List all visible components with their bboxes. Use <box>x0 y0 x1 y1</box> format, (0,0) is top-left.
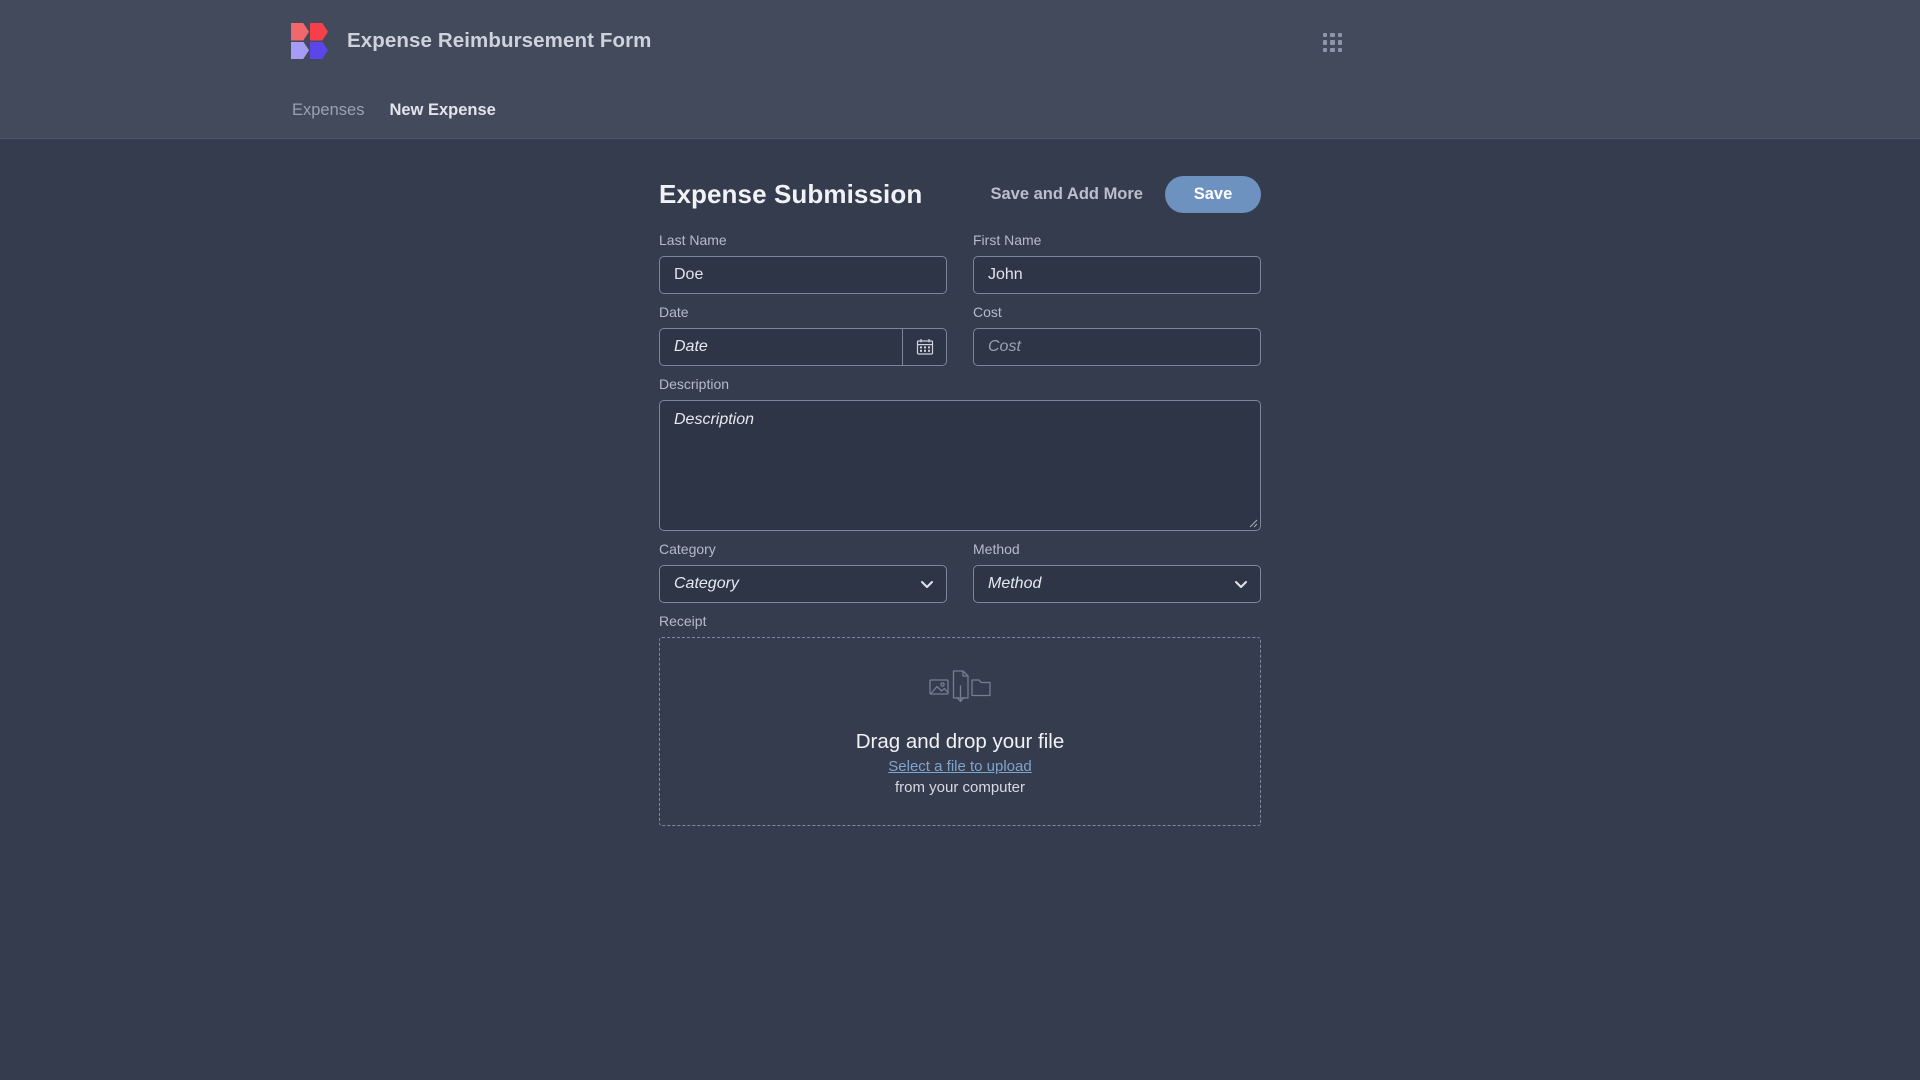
field-date: Date Date <box>659 302 947 366</box>
method-placeholder: Method <box>974 566 1222 602</box>
first-name-value: John <box>974 257 1260 293</box>
date-cost-row: Date Date <box>659 302 1261 374</box>
description-label: Description <box>659 374 1261 394</box>
dropzone-title: Drag and drop your file <box>856 730 1065 754</box>
category-label: Category <box>659 539 947 559</box>
name-row: Last Name Doe First Name John <box>659 230 1261 302</box>
category-placeholder: Category <box>660 566 908 602</box>
first-name-label: First Name <box>973 230 1261 250</box>
cost-placeholder: Cost <box>974 329 1260 365</box>
cost-input[interactable]: Cost <box>973 328 1261 366</box>
last-name-input[interactable]: Doe <box>659 256 947 294</box>
app-logo-icon <box>291 23 328 59</box>
description-placeholder: Description <box>674 411 1246 429</box>
category-select[interactable]: Category <box>659 565 947 603</box>
field-category: Category Category <box>659 539 947 603</box>
field-cost: Cost Cost <box>973 302 1261 366</box>
resize-handle[interactable] <box>1247 517 1258 528</box>
app-title: Expense Reimbursement Form <box>347 29 652 53</box>
expense-form: Expense Submission Save and Add More Sav… <box>659 170 1261 834</box>
field-description: Description Description <box>659 374 1261 531</box>
nav-item-new-expense[interactable]: New Expense <box>388 99 496 122</box>
app-header: Expense Reimbursement Form Expenses New … <box>0 0 1920 139</box>
cost-label: Cost <box>973 302 1261 322</box>
method-select[interactable]: Method <box>973 565 1261 603</box>
last-name-label: Last Name <box>659 230 947 250</box>
last-name-value: Doe <box>660 257 946 293</box>
date-input[interactable]: Date <box>659 328 947 366</box>
brand-block: Expense Reimbursement Form <box>291 23 652 59</box>
nav-item-expenses[interactable]: Expenses <box>291 99 365 122</box>
header-top-bar: Expense Reimbursement Form <box>0 0 1920 82</box>
save-and-add-more-button[interactable]: Save and Add More <box>986 179 1147 210</box>
chevron-down-icon[interactable] <box>908 576 946 592</box>
receipt-label: Receipt <box>659 611 1261 631</box>
category-method-row: Category Category Method Method <box>659 539 1261 611</box>
date-label: Date <box>659 302 947 322</box>
select-file-link[interactable]: Select a file to upload <box>888 758 1031 775</box>
field-last-name: Last Name Doe <box>659 230 947 294</box>
calendar-icon[interactable] <box>902 329 946 365</box>
main-content: Expense Submission Save and Add More Sav… <box>0 139 1920 1080</box>
chevron-down-icon[interactable] <box>1222 576 1260 592</box>
save-button[interactable]: Save <box>1165 176 1261 213</box>
apps-grid-icon[interactable] <box>1323 33 1342 52</box>
field-receipt: Receipt <box>659 611 1261 826</box>
date-placeholder: Date <box>660 329 902 365</box>
file-upload-icon <box>929 667 991 712</box>
description-textarea[interactable]: Description <box>659 400 1261 531</box>
page-title: Expense Submission <box>659 179 922 210</box>
form-header: Expense Submission Save and Add More Sav… <box>659 170 1261 218</box>
field-first-name: First Name John <box>973 230 1261 294</box>
receipt-dropzone[interactable]: Drag and drop your file Select a file to… <box>659 637 1261 826</box>
field-method: Method Method <box>973 539 1261 603</box>
first-name-input[interactable]: John <box>973 256 1261 294</box>
header-nav: Expenses New Expense <box>0 82 1920 138</box>
form-actions: Save and Add More Save <box>986 170 1261 218</box>
dropzone-subtitle: from your computer <box>895 779 1025 796</box>
method-label: Method <box>973 539 1261 559</box>
